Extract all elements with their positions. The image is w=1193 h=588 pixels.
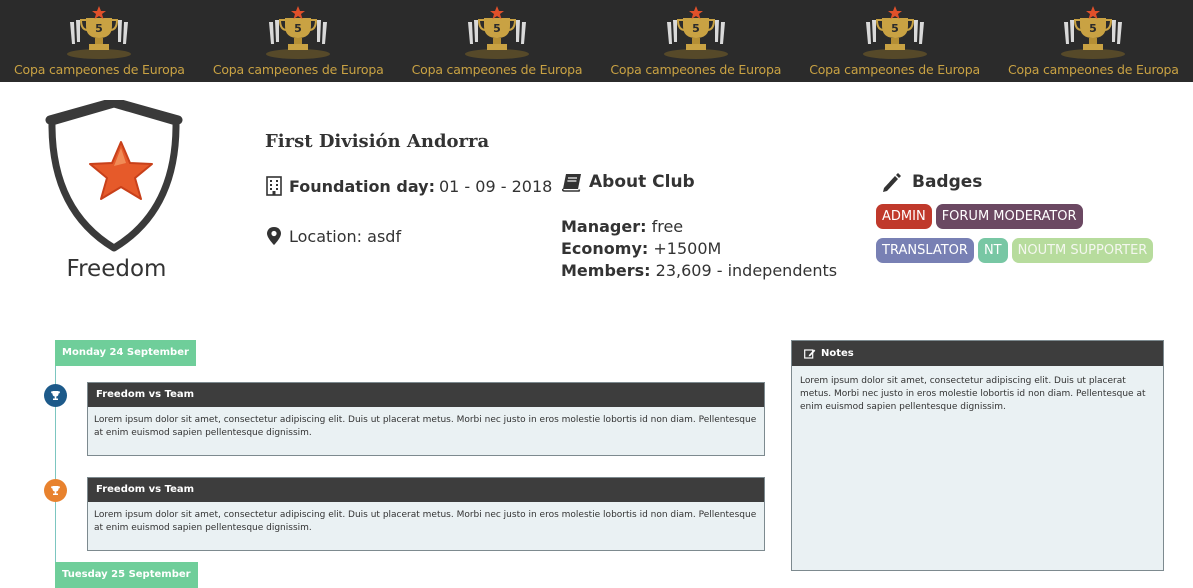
- about-club-heading: About Club: [561, 172, 695, 192]
- building-icon: [266, 176, 282, 196]
- badges-heading: Badges: [880, 172, 982, 192]
- trophy-item: 5 Copa campeones de Europa: [596, 0, 795, 82]
- trophy-label: Copa campeones de Europa: [411, 62, 583, 77]
- trophy-icon: 5: [464, 6, 529, 59]
- badge-noutm-supporter[interactable]: NOUTM SUPPORTER: [1011, 238, 1154, 263]
- about-club-title: About Club: [589, 172, 695, 192]
- pencil-icon: [883, 173, 901, 192]
- club-name: Freedom: [66, 256, 167, 282]
- notes-panel: Notes Lorem ipsum dolor sit amet, consec…: [791, 340, 1164, 571]
- notes-body[interactable]: Lorem ipsum dolor sit amet, consectetur …: [792, 366, 1163, 423]
- members-row: Members: 23,609 - independents: [561, 260, 837, 282]
- svg-text:5: 5: [1090, 22, 1098, 35]
- trophy-icon: 5: [67, 6, 132, 59]
- badges-title: Badges: [912, 172, 983, 192]
- location-row: Location: asdf: [265, 226, 401, 246]
- foundation-label: Foundation day:: [289, 176, 435, 196]
- svg-text:5: 5: [294, 22, 302, 35]
- members-label: Members:: [561, 261, 651, 280]
- trophy-item: 5 Copa campeones de Europa: [795, 0, 994, 82]
- foundation-row: Foundation day: 01 - 09 - 2018: [265, 176, 552, 196]
- trophy-item: 5 Copa campeones de Europa: [0, 0, 199, 82]
- timeline-date: Tuesday 25 September: [55, 562, 198, 588]
- manager-label: Manager:: [561, 217, 647, 236]
- svg-text:5: 5: [96, 22, 104, 35]
- league-title: First División Andorra: [265, 131, 490, 152]
- event-dot: [44, 384, 67, 407]
- trophy-icon: [51, 391, 60, 400]
- trophy-icon: [51, 486, 60, 495]
- event-body: Lorem ipsum dolor sit amet, consectetur …: [94, 415, 757, 438]
- edit-icon: [804, 349, 816, 359]
- location-text: Location: asdf: [289, 226, 402, 246]
- event-body: Lorem ipsum dolor sit amet, consectetur …: [94, 510, 757, 533]
- trophy-item: 5 Copa campeones de Europa: [199, 0, 398, 82]
- svg-text:5: 5: [493, 22, 501, 35]
- trophy-icon: 5: [1061, 6, 1126, 59]
- trophy-item: 5 Copa campeones de Europa: [398, 0, 597, 82]
- map-marker-icon: [267, 227, 281, 245]
- trophy-label: Copa campeones de Europa: [14, 62, 185, 77]
- event-title: Freedom vs Team: [88, 383, 764, 407]
- badge-forum-moderator[interactable]: FORUM MODERATOR: [935, 204, 1083, 229]
- timeline-date: Monday 24 September: [55, 340, 196, 366]
- foundation-value: 01 - 09 - 2018: [438, 176, 553, 196]
- badge-nt[interactable]: NT: [977, 238, 1008, 263]
- trophy-label: Copa campeones de Europa: [1008, 62, 1179, 77]
- economy-label: Economy:: [561, 239, 649, 258]
- trophy-label: Copa campeones de Europa: [809, 62, 980, 77]
- trophy-banner: 5 Copa campeones de Europa 5 Copa campeones…: [0, 0, 1193, 82]
- svg-text:5: 5: [891, 22, 899, 35]
- club-shield-logo: [45, 100, 183, 252]
- trophy-icon: 5: [862, 6, 927, 59]
- trophy-icon: 5: [663, 6, 728, 59]
- svg-text:5: 5: [692, 22, 700, 35]
- manager-row: Manager: free: [561, 216, 837, 238]
- trophy-label: Copa campeones de Europa: [212, 62, 384, 77]
- event-dot: [44, 479, 67, 502]
- notes-title: Notes: [821, 348, 854, 359]
- timeline-event[interactable]: Freedom vs Team Lorem ipsum dolor sit am…: [87, 382, 765, 456]
- trophy-label: Copa campeones de Europa: [610, 62, 782, 77]
- notes-header: Notes: [792, 341, 1163, 366]
- economy-value: +1500M: [653, 239, 722, 258]
- trophy-icon: 5: [266, 6, 331, 59]
- members-value: 23,609 - independents: [655, 261, 838, 280]
- about-club-list: Manager: free Economy: +1500M Members: 2…: [561, 216, 837, 282]
- trophy-item: 5 Copa campeones de Europa: [994, 0, 1193, 82]
- event-title: Freedom vs Team: [88, 478, 764, 502]
- economy-row: Economy: +1500M: [561, 238, 837, 260]
- timeline-event[interactable]: Freedom vs Team Lorem ipsum dolor sit am…: [87, 477, 765, 551]
- book-icon: [561, 174, 581, 192]
- manager-value: free: [651, 217, 684, 236]
- badge-list: ADMIN FORUM MODERATOR TRANSLATOR NT NOUTM SU…: [876, 204, 1176, 263]
- badge-admin[interactable]: ADMIN: [876, 204, 932, 229]
- badge-translator[interactable]: TRANSLATOR: [876, 238, 974, 263]
